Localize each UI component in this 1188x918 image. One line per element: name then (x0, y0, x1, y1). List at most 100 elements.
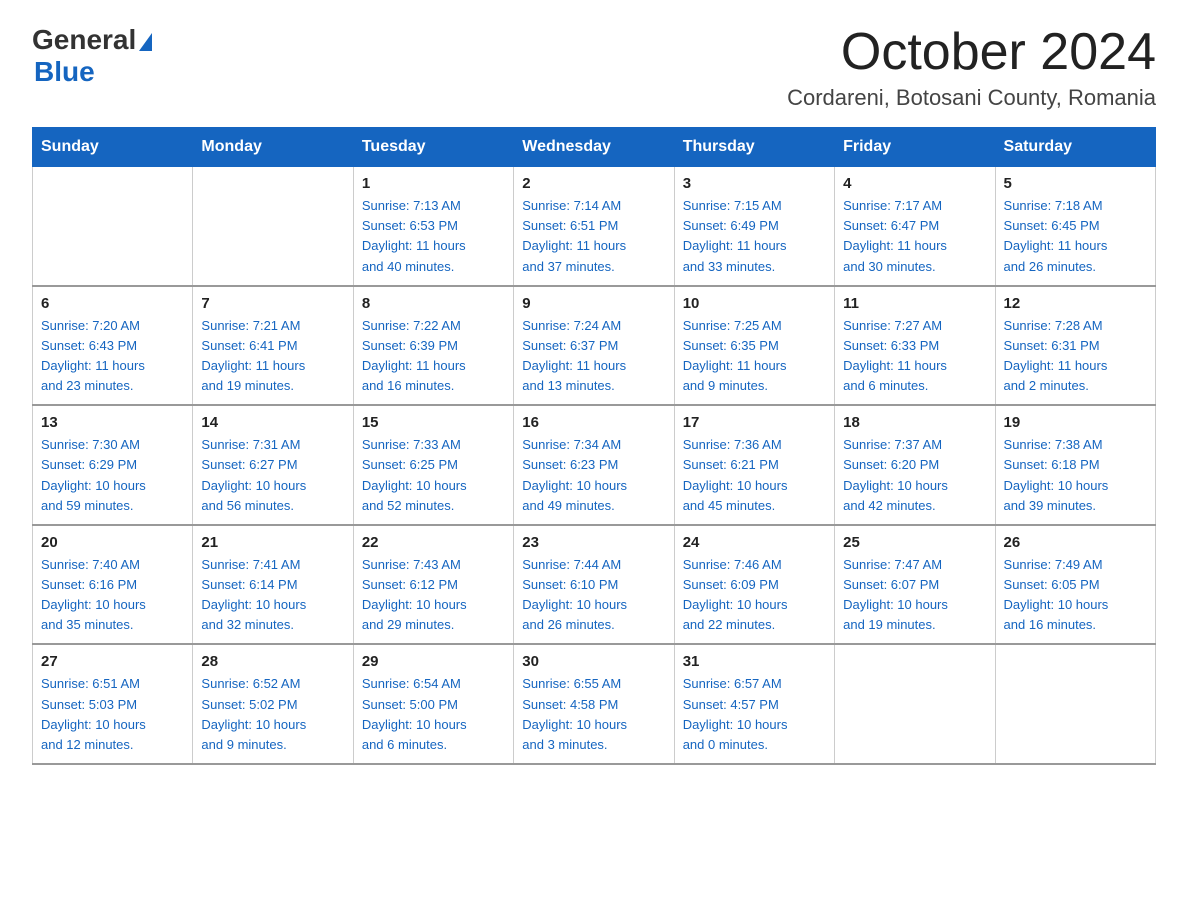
header-thursday: Thursday (674, 128, 834, 167)
calendar-cell-w2-d5: 10 Sunrise: 7:25 AMSunset: 6:35 PMDayligh… (674, 286, 834, 406)
day-info: Sunrise: 7:22 AMSunset: 6:39 PMDaylight:… (362, 316, 505, 397)
calendar-cell-w5-d6 (835, 644, 995, 764)
day-info: Sunrise: 6:54 AMSunset: 5:00 PMDaylight:… (362, 674, 505, 755)
day-info: Sunrise: 7:41 AMSunset: 6:14 PMDaylight:… (201, 555, 344, 636)
day-number: 5 (1004, 175, 1147, 192)
calendar-cell-w5-d5: 31 Sunrise: 6:57 AMSunset: 4:57 PMDayligh… (674, 644, 834, 764)
calendar-header: SundayMondayTuesdayWednesdayThursdayFrid… (33, 128, 1156, 167)
day-number: 2 (522, 175, 665, 192)
day-number: 23 (522, 534, 665, 551)
day-info: Sunrise: 7:15 AMSunset: 6:49 PMDaylight:… (683, 196, 826, 277)
day-number: 6 (41, 295, 184, 312)
day-number: 31 (683, 653, 826, 670)
day-info: Sunrise: 6:55 AMSunset: 4:58 PMDaylight:… (522, 674, 665, 755)
day-info: Sunrise: 7:20 AMSunset: 6:43 PMDaylight:… (41, 316, 184, 397)
day-number: 13 (41, 414, 184, 431)
logo-blue-text: Blue (34, 56, 95, 87)
calendar-cell-w2-d4: 9Sunrise: 7:24 AMSunset: 6:37 PMDaylight… (514, 286, 674, 406)
day-number: 10 (683, 295, 826, 312)
calendar-cell-w1-d5: 3Sunrise: 7:15 AMSunset: 6:49 PMDaylight… (674, 167, 834, 286)
day-info: Sunrise: 7:37 AMSunset: 6:20 PMDaylight:… (843, 435, 986, 516)
calendar-cell-w2-d6: 11Sunrise: 7:27 AMSunset: 6:33 PMDayligh… (835, 286, 995, 406)
day-info: Sunrise: 6:51 AMSunset: 5:03 PMDaylight:… (41, 674, 184, 755)
day-info: Sunrise: 7:25 AMSunset: 6:35 PMDaylight:… (683, 316, 826, 397)
day-number: 7 (201, 295, 344, 312)
day-number: 30 (522, 653, 665, 670)
logo-general-text: General (32, 24, 136, 56)
day-info: Sunrise: 7:31 AMSunset: 6:27 PMDaylight:… (201, 435, 344, 516)
day-number: 20 (41, 534, 184, 551)
calendar-cell-w1-d6: 4 Sunrise: 7:17 AMSunset: 6:47 PMDaylight… (835, 167, 995, 286)
calendar-cell-w2-d7: 12 Sunrise: 7:28 AMSunset: 6:31 PMDayligh… (995, 286, 1155, 406)
calendar-cell-w2-d2: 7 Sunrise: 7:21 AMSunset: 6:41 PMDaylight… (193, 286, 353, 406)
day-info: Sunrise: 7:44 AMSunset: 6:10 PMDaylight:… (522, 555, 665, 636)
day-number: 22 (362, 534, 505, 551)
header-tuesday: Tuesday (353, 128, 513, 167)
day-number: 17 (683, 414, 826, 431)
day-info: Sunrise: 7:30 AMSunset: 6:29 PMDaylight:… (41, 435, 184, 516)
calendar-cell-w3-d5: 17 Sunrise: 7:36 AMSunset: 6:21 PMDayligh… (674, 405, 834, 525)
day-number: 9 (522, 295, 665, 312)
calendar-cell-w1-d2 (193, 167, 353, 286)
header-sunday: Sunday (33, 128, 193, 167)
day-number: 19 (1004, 414, 1147, 431)
day-info: Sunrise: 7:27 AMSunset: 6:33 PMDaylight:… (843, 316, 986, 397)
day-info: Sunrise: 7:40 AMSunset: 6:16 PMDaylight:… (41, 555, 184, 636)
day-info: Sunrise: 7:21 AMSunset: 6:41 PMDaylight:… (201, 316, 344, 397)
day-number: 21 (201, 534, 344, 551)
calendar-cell-w3-d2: 14 Sunrise: 7:31 AMSunset: 6:27 PMDayligh… (193, 405, 353, 525)
header-monday: Monday (193, 128, 353, 167)
day-info: Sunrise: 7:17 AMSunset: 6:47 PMDaylight:… (843, 196, 986, 277)
page-subtitle: Cordareni, Botosani County, Romania (787, 85, 1156, 111)
calendar-cell-w5-d7 (995, 644, 1155, 764)
logo-row: General (32, 24, 152, 56)
calendar-cell-w4-d1: 20 Sunrise: 7:40 AMSunset: 6:16 PMDayligh… (33, 525, 193, 645)
calendar-week-2: 6 Sunrise: 7:20 AMSunset: 6:43 PMDaylight… (33, 286, 1156, 406)
calendar-table: SundayMondayTuesdayWednesdayThursdayFrid… (32, 127, 1156, 765)
calendar-cell-w1-d1 (33, 167, 193, 286)
day-number: 18 (843, 414, 986, 431)
page-header: General Blue October 2024 Cordareni, Bot… (32, 24, 1156, 111)
header-saturday: Saturday (995, 128, 1155, 167)
calendar-week-1: 1Sunrise: 7:13 AMSunset: 6:53 PMDaylight… (33, 167, 1156, 286)
calendar-cell-w1-d3: 1Sunrise: 7:13 AMSunset: 6:53 PMDaylight… (353, 167, 513, 286)
day-info: Sunrise: 7:14 AMSunset: 6:51 PMDaylight:… (522, 196, 665, 277)
calendar-cell-w1-d7: 5 Sunrise: 7:18 AMSunset: 6:45 PMDaylight… (995, 167, 1155, 286)
day-info: Sunrise: 7:36 AMSunset: 6:21 PMDaylight:… (683, 435, 826, 516)
day-info: Sunrise: 6:52 AMSunset: 5:02 PMDaylight:… (201, 674, 344, 755)
day-number: 12 (1004, 295, 1147, 312)
day-number: 28 (201, 653, 344, 670)
calendar-week-4: 20 Sunrise: 7:40 AMSunset: 6:16 PMDayligh… (33, 525, 1156, 645)
calendar-body: 1Sunrise: 7:13 AMSunset: 6:53 PMDaylight… (33, 167, 1156, 764)
calendar-cell-w5-d1: 27 Sunrise: 6:51 AMSunset: 5:03 PMDayligh… (33, 644, 193, 764)
calendar-cell-w2-d3: 8 Sunrise: 7:22 AMSunset: 6:39 PMDaylight… (353, 286, 513, 406)
day-number: 25 (843, 534, 986, 551)
day-number: 27 (41, 653, 184, 670)
calendar-cell-w5-d3: 29Sunrise: 6:54 AMSunset: 5:00 PMDayligh… (353, 644, 513, 764)
calendar-header-row: SundayMondayTuesdayWednesdayThursdayFrid… (33, 128, 1156, 167)
day-number: 14 (201, 414, 344, 431)
logo-triangle-icon (139, 33, 152, 51)
calendar-cell-w5-d2: 28 Sunrise: 6:52 AMSunset: 5:02 PMDayligh… (193, 644, 353, 764)
calendar-cell-w1-d4: 2 Sunrise: 7:14 AMSunset: 6:51 PMDaylight… (514, 167, 674, 286)
day-number: 4 (843, 175, 986, 192)
day-number: 8 (362, 295, 505, 312)
header-wednesday: Wednesday (514, 128, 674, 167)
calendar-cell-w4-d4: 23 Sunrise: 7:44 AMSunset: 6:10 PMDayligh… (514, 525, 674, 645)
day-info: Sunrise: 6:57 AMSunset: 4:57 PMDaylight:… (683, 674, 826, 755)
calendar-week-5: 27 Sunrise: 6:51 AMSunset: 5:03 PMDayligh… (33, 644, 1156, 764)
day-info: Sunrise: 7:38 AMSunset: 6:18 PMDaylight:… (1004, 435, 1147, 516)
day-info: Sunrise: 7:49 AMSunset: 6:05 PMDaylight:… (1004, 555, 1147, 636)
page-title: October 2024 (787, 24, 1156, 81)
calendar-cell-w3-d7: 19 Sunrise: 7:38 AMSunset: 6:18 PMDayligh… (995, 405, 1155, 525)
calendar-cell-w3-d1: 13 Sunrise: 7:30 AMSunset: 6:29 PMDayligh… (33, 405, 193, 525)
logo-blue-row: Blue (32, 56, 152, 88)
day-number: 1 (362, 175, 505, 192)
calendar-cell-w2-d1: 6 Sunrise: 7:20 AMSunset: 6:43 PMDaylight… (33, 286, 193, 406)
day-info: Sunrise: 7:18 AMSunset: 6:45 PMDaylight:… (1004, 196, 1147, 277)
calendar-cell-w4-d7: 26Sunrise: 7:49 AMSunset: 6:05 PMDayligh… (995, 525, 1155, 645)
day-info: Sunrise: 7:46 AMSunset: 6:09 PMDaylight:… (683, 555, 826, 636)
day-info: Sunrise: 7:28 AMSunset: 6:31 PMDaylight:… (1004, 316, 1147, 397)
header-friday: Friday (835, 128, 995, 167)
calendar-cell-w3-d6: 18 Sunrise: 7:37 AMSunset: 6:20 PMDayligh… (835, 405, 995, 525)
